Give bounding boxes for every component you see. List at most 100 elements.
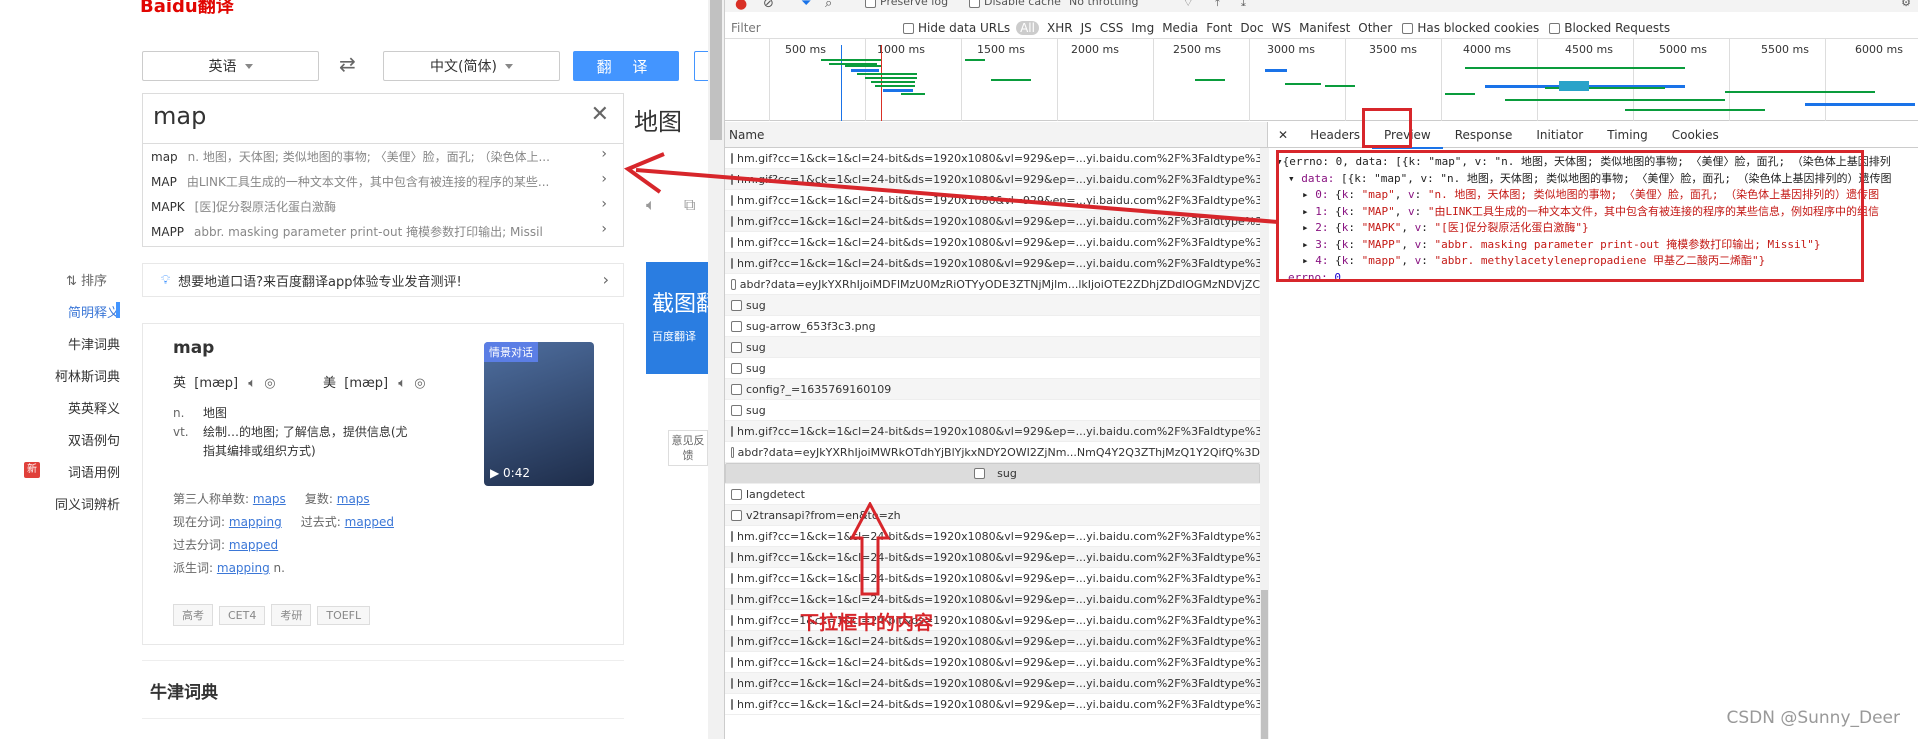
form-link[interactable]: mapping bbox=[229, 515, 282, 529]
nav-item-en-en[interactable]: 英英释义 bbox=[30, 398, 120, 417]
filter-xhr[interactable]: XHR bbox=[1047, 21, 1073, 35]
request-row[interactable]: hm.gif?cc=1&ck=1&cl=24-bit&ds=1920x1080&… bbox=[725, 547, 1260, 568]
request-checkbox[interactable] bbox=[731, 572, 733, 584]
target-lang-select[interactable]: 中文(简体) bbox=[383, 51, 560, 81]
close-icon[interactable]: ✕ bbox=[591, 102, 609, 127]
filter-other[interactable]: Other bbox=[1358, 21, 1392, 35]
clear-icon[interactable]: ⊘ bbox=[763, 0, 774, 11]
form-link[interactable]: mapped bbox=[345, 515, 394, 529]
source-input-text[interactable]: map bbox=[153, 102, 206, 130]
tab-cookies[interactable]: Cookies bbox=[1660, 128, 1731, 142]
search-icon[interactable]: ⌕ bbox=[825, 0, 832, 11]
request-row[interactable]: abdr?data=eyJkYXRhIjoiMWRkOTdhYjBlYjkxND… bbox=[725, 442, 1260, 463]
translate-button[interactable]: 翻 译 bbox=[573, 51, 679, 81]
request-checkbox[interactable] bbox=[731, 404, 742, 416]
scrollbar-thumb[interactable] bbox=[1261, 590, 1268, 739]
source-lang-select[interactable]: 英语 bbox=[142, 51, 319, 81]
preserve-log-checkbox[interactable] bbox=[865, 0, 876, 8]
download-icon[interactable]: ⤓ bbox=[1241, 0, 1246, 10]
nav-item-oxford[interactable]: 牛津词典 bbox=[30, 334, 120, 353]
request-row[interactable]: sug bbox=[725, 400, 1260, 421]
close-icon[interactable]: ✕ bbox=[1268, 128, 1298, 142]
suggestion-item[interactable]: MAP 由LINK工具生成的一种文本文件，其中包含有被连接的程序的某些... › bbox=[143, 169, 623, 194]
request-row[interactable]: v2transapi?from=en&to=zh bbox=[725, 505, 1260, 526]
feedback-button[interactable]: 意见反馈 bbox=[668, 430, 708, 466]
filter-doc[interactable]: Doc bbox=[1240, 21, 1263, 35]
slow-play-icon[interactable]: ◎ bbox=[264, 376, 275, 391]
form-link[interactable]: maps bbox=[253, 492, 286, 506]
request-checkbox[interactable] bbox=[731, 446, 734, 458]
source-input[interactable]: map ✕ bbox=[142, 93, 624, 143]
preserve-log-option[interactable]: Preserve log bbox=[865, 0, 948, 8]
request-checkbox[interactable] bbox=[731, 425, 733, 437]
request-row[interactable]: hm.gif?cc=1&ck=1&cl=24-bit&ds=1920x1080&… bbox=[725, 568, 1260, 589]
request-row[interactable]: hm.gif?cc=1&ck=1&cl=24-bit&ds=1920x1080&… bbox=[725, 652, 1260, 673]
filter-manifest[interactable]: Manifest bbox=[1299, 21, 1350, 35]
blocked-cookies-checkbox[interactable] bbox=[1402, 22, 1414, 34]
request-checkbox[interactable] bbox=[731, 614, 733, 626]
request-row[interactable]: hm.gif?cc=1&ck=1&cl=24-bit&ds=1920x1080&… bbox=[725, 694, 1260, 715]
disable-cache-checkbox[interactable] bbox=[969, 0, 980, 8]
request-row[interactable]: sug bbox=[725, 463, 1260, 484]
suggestion-item[interactable]: MAPK [医]促分裂原活化蛋白激酶 › bbox=[143, 194, 623, 219]
nav-item-usage[interactable]: 词语用例 bbox=[30, 462, 120, 481]
form-link[interactable]: maps bbox=[337, 492, 370, 506]
request-checkbox[interactable] bbox=[731, 635, 733, 647]
blocked-cookies-option[interactable]: Has blocked cookies bbox=[1402, 21, 1539, 35]
network-timeline[interactable]: 500 ms 1000 ms 1500 ms 2000 ms 2500 ms 3… bbox=[725, 39, 1918, 121]
upload-icon[interactable]: ⤒ bbox=[1215, 0, 1220, 10]
request-checkbox[interactable] bbox=[974, 468, 986, 479]
throttling-select[interactable]: No throttling bbox=[1069, 0, 1138, 8]
request-checkbox[interactable] bbox=[731, 509, 742, 521]
filter-all[interactable]: All bbox=[1016, 20, 1039, 35]
sort-button[interactable]: ⇅ 排序 bbox=[66, 270, 107, 289]
blocked-requests-checkbox[interactable] bbox=[1549, 22, 1561, 34]
request-checkbox[interactable] bbox=[731, 698, 733, 710]
request-row[interactable]: langdetect bbox=[725, 484, 1260, 505]
disable-cache-option[interactable]: Disable cache bbox=[969, 0, 1061, 8]
scene-video[interactable]: 情景对话 ▶ 0:42 bbox=[484, 342, 594, 486]
request-checkbox[interactable] bbox=[731, 593, 733, 605]
request-checkbox[interactable] bbox=[731, 677, 733, 689]
nav-item-synonyms[interactable]: 同义词辨析 bbox=[30, 494, 120, 513]
tab-headers[interactable]: Headers bbox=[1298, 128, 1372, 142]
filter-input[interactable]: Filter bbox=[731, 21, 891, 35]
speaker-icon[interactable]: 🔈︎ bbox=[248, 376, 256, 391]
tab-response[interactable]: Response bbox=[1443, 128, 1525, 142]
promo-banner[interactable]: 💡︎ 想要地道口语?来百度翻译app体验专业发音测评! › bbox=[142, 263, 624, 297]
filter-icon[interactable]: ⏷ bbox=[801, 0, 811, 11]
baidu-logo[interactable]: Baidu翻译 bbox=[140, 0, 234, 18]
name-column-header[interactable]: Name bbox=[725, 122, 1268, 148]
scrollbar-thumb[interactable] bbox=[710, 0, 722, 140]
request-row[interactable]: hm.gif?cc=1&ck=1&cl=24-bit&ds=1920x1080&… bbox=[725, 421, 1260, 442]
form-link[interactable]: mapping bbox=[217, 561, 270, 575]
tab-initiator[interactable]: Initiator bbox=[1524, 128, 1595, 142]
nav-item-concise[interactable]: 简明释义 bbox=[30, 302, 120, 321]
request-checkbox[interactable] bbox=[731, 488, 742, 500]
filter-css[interactable]: CSS bbox=[1100, 21, 1124, 35]
filter-ws[interactable]: WS bbox=[1272, 21, 1291, 35]
filter-img[interactable]: Img bbox=[1131, 21, 1154, 35]
blocked-requests-option[interactable]: Blocked Requests bbox=[1549, 21, 1670, 35]
request-row[interactable]: hm.gif?cc=1&ck=1&cl=24-bit&ds=1920x1080&… bbox=[725, 526, 1260, 547]
gear-icon[interactable]: ⚙ bbox=[1901, 0, 1911, 9]
speaker-icon[interactable]: 🔈︎ bbox=[398, 376, 406, 391]
filter-js[interactable]: JS bbox=[1081, 21, 1092, 35]
tab-timing[interactable]: Timing bbox=[1595, 128, 1660, 142]
wifi-icon[interactable]: ⌔ bbox=[1183, 0, 1193, 10]
form-link[interactable]: mapped bbox=[229, 538, 278, 552]
request-checkbox[interactable] bbox=[731, 551, 733, 563]
request-row[interactable]: hm.gif?cc=1&ck=1&cl=24-bit&ds=1920x1080&… bbox=[725, 673, 1260, 694]
hide-data-urls-option[interactable]: Hide data URLs bbox=[903, 21, 1010, 35]
request-row[interactable]: hm.gif?cc=1&ck=1&cl=24-bit&ds=1920x1080&… bbox=[725, 589, 1260, 610]
request-checkbox[interactable] bbox=[731, 530, 733, 542]
more-button[interactable] bbox=[694, 51, 708, 81]
request-checkbox[interactable] bbox=[731, 656, 733, 668]
suggestion-item[interactable]: MAPP abbr. masking parameter print-out 掩模… bbox=[143, 219, 623, 244]
slow-play-icon[interactable]: ◎ bbox=[414, 376, 425, 391]
suggestion-item[interactable]: map n. 地图，天体图; 类似地图的事物; 〈美俚〉脸，面孔; （染色体上..… bbox=[143, 144, 623, 169]
nav-item-examples[interactable]: 双语例句 bbox=[30, 430, 120, 449]
hide-data-urls-checkbox[interactable] bbox=[903, 22, 914, 34]
filter-media[interactable]: Media bbox=[1162, 21, 1198, 35]
record-icon[interactable]: ● bbox=[735, 0, 747, 12]
